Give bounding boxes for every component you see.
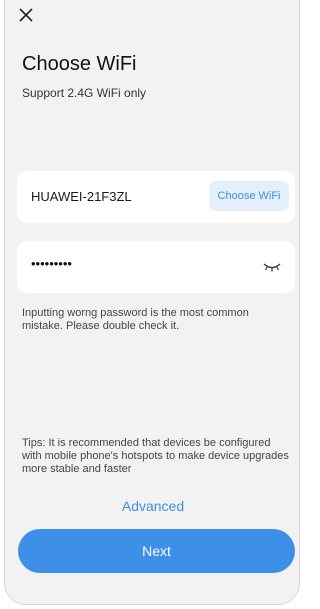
advanced-link[interactable]: Advanced bbox=[5, 498, 301, 514]
wifi-ssid-field[interactable]: HUAWEI-21F3ZL Choose WiFi bbox=[17, 171, 295, 223]
page-subtitle: Support 2.4G WiFi only bbox=[22, 86, 147, 100]
eye-closed-icon[interactable] bbox=[263, 261, 281, 273]
close-icon[interactable] bbox=[17, 6, 35, 24]
password-field[interactable]: ••••••••• bbox=[17, 241, 295, 293]
page-title: Choose WiFi bbox=[22, 53, 137, 75]
next-button[interactable]: Next bbox=[18, 529, 295, 573]
ssid-value: HUAWEI-21F3ZL bbox=[31, 189, 132, 204]
password-warning: Inputting worng password is the most com… bbox=[22, 307, 249, 332]
wifi-setup-sheet: Choose WiFi Support 2.4G WiFi only HUAWE… bbox=[4, 0, 300, 605]
tips-text: Tips: It is recommended that devices be … bbox=[22, 437, 289, 475]
password-value: ••••••••• bbox=[31, 256, 72, 271]
choose-wifi-button[interactable]: Choose WiFi bbox=[209, 181, 289, 211]
